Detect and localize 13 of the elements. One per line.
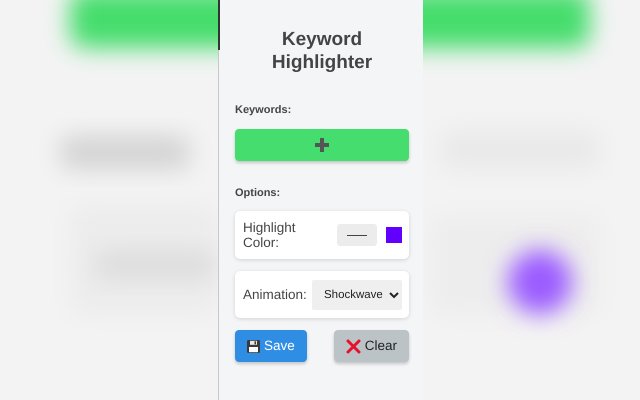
plus-icon [315, 138, 329, 152]
option-label: Highlight Color: [243, 220, 297, 250]
option-label: Animation: [243, 287, 307, 302]
color-swatch[interactable] [386, 227, 402, 243]
section-label: Options: [235, 186, 282, 200]
animation-select[interactable]: Shockwave [312, 280, 402, 310]
color-menu-button[interactable] [337, 224, 377, 246]
clear-button[interactable]: Clear [334, 330, 409, 362]
section-label: Keywords: [235, 103, 292, 118]
dash-icon [347, 234, 367, 236]
cross-icon [346, 338, 361, 354]
add-keyword-button[interactable] [235, 128, 409, 160]
app-title: Keyword Highlighter [270, 28, 374, 74]
